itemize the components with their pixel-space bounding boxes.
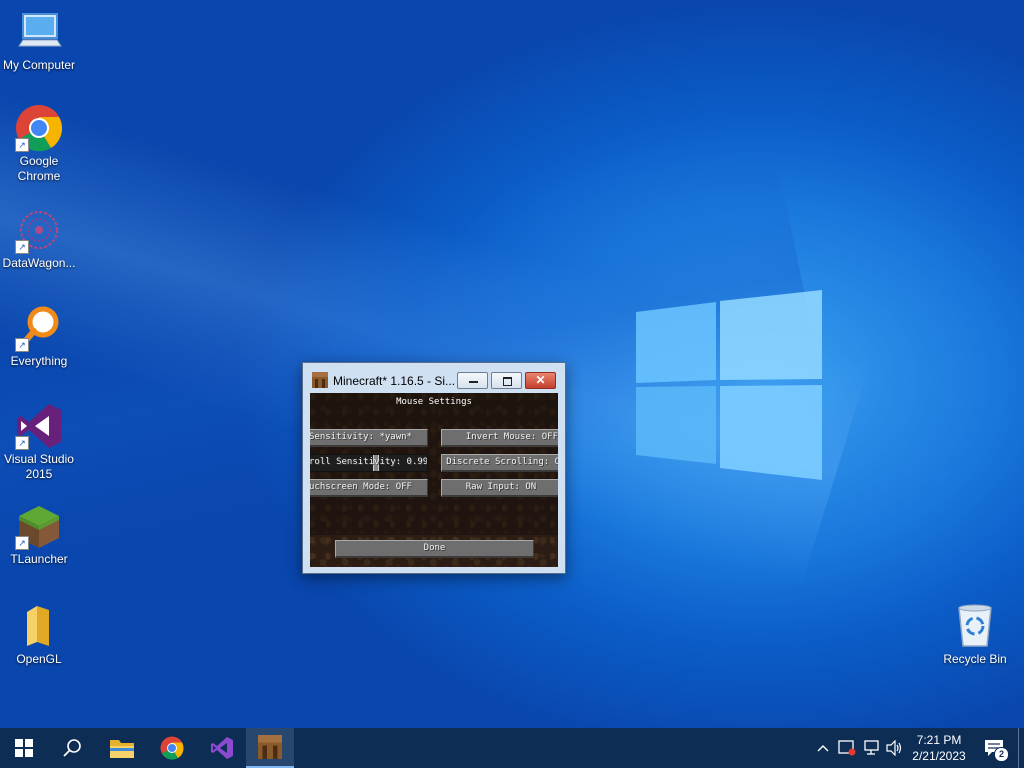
tray-security[interactable] [836, 728, 858, 768]
minimize-icon [469, 381, 478, 383]
maximize-icon [503, 377, 512, 386]
sensitivity-label: Sensitivity: *yawn* [310, 432, 412, 442]
file-explorer-icon [110, 740, 134, 758]
desktop: My Computer ↗ Google Chrome ↗ DataWagon.… [0, 0, 1024, 728]
taskbar: 7:21 PM 2/21/2023 2 [0, 728, 1024, 768]
done-button[interactable]: Done [335, 540, 534, 558]
desktop-icon-google-chrome[interactable]: ↗ Google Chrome [0, 104, 78, 184]
minecraft-window[interactable]: Minecraft* 1.16.5 - Si... ✕ Mouse Settin… [302, 362, 566, 574]
tray-network[interactable] [860, 728, 882, 768]
window-title: Minecraft* 1.16.5 - Si... [333, 374, 456, 388]
touchscreen-mode-button[interactable]: uchscreen Mode: OFF [310, 479, 428, 497]
tray-volume[interactable] [884, 728, 906, 768]
clock-date: 2/21/2023 [912, 749, 966, 763]
desktop-icon-opengl[interactable]: OpenGL [0, 602, 78, 667]
raw-input-label: Raw Input: ON [465, 482, 537, 492]
taskbar-file-explorer[interactable] [98, 728, 146, 768]
shortcut-arrow-icon: ↗ [15, 436, 29, 450]
desktop-icon-label: Google Chrome [17, 154, 61, 183]
show-desktop-button[interactable] [1018, 728, 1024, 768]
search-button[interactable] [48, 728, 96, 768]
discrete-scrolling-label: Discrete Scrolling: O [446, 457, 558, 467]
screen-heading: Mouse Settings [396, 397, 472, 407]
search-icon [63, 739, 81, 757]
windows-start-icon [15, 739, 33, 757]
windows-logo-wallpaper [636, 290, 822, 480]
clock[interactable]: 7:21 PM 2/21/2023 [906, 728, 972, 768]
maximize-button[interactable] [491, 372, 522, 389]
invert-mouse-button[interactable]: Invert Mouse: OFF [441, 429, 558, 447]
recycle-bin-icon [958, 604, 992, 647]
crafting-table-icon [312, 372, 328, 388]
notification-badge: 2 [994, 747, 1009, 762]
desktop-icon-visual-studio[interactable]: ↗ Visual Studio 2015 [0, 402, 78, 482]
invert-mouse-label: Invert Mouse: OFF [465, 432, 558, 442]
start-button[interactable] [0, 728, 48, 768]
computer-icon [18, 13, 62, 47]
desktop-icon-label: TLauncher [10, 552, 68, 566]
show-hidden-icons[interactable] [812, 728, 834, 768]
action-center-button[interactable]: 2 [978, 728, 1010, 768]
desktop-icon-label: OpenGL [16, 652, 62, 666]
discrete-scrolling-button[interactable]: Discrete Scrolling: O [441, 454, 558, 472]
chrome-icon [160, 736, 184, 760]
chevron-up-icon [817, 745, 829, 752]
sensitivity-slider[interactable]: Sensitivity: *yawn* [310, 429, 428, 447]
security-warning-icon [838, 740, 856, 756]
close-icon: ✕ [535, 373, 546, 387]
folder-icon [27, 606, 49, 646]
raw-input-button[interactable]: Raw Input: ON [441, 479, 558, 497]
desktop-icon-everything[interactable]: ↗ Everything [0, 304, 78, 369]
taskbar-minecraft[interactable] [246, 728, 294, 768]
done-label: Done [423, 543, 446, 553]
shortcut-arrow-icon: ↗ [15, 536, 29, 550]
desktop-icon-label: Everything [10, 354, 68, 368]
close-button[interactable]: ✕ [525, 372, 556, 389]
touchscreen-mode-label: uchscreen Mode: OFF [310, 482, 412, 492]
desktop-icon-tlauncher[interactable]: ↗ TLauncher [0, 502, 78, 567]
desktop-icon-label: My Computer [2, 58, 76, 72]
scroll-sensitivity-slider[interactable]: roll Sensitivity: 0.99 [310, 454, 428, 472]
desktop-icon-recycle-bin[interactable]: Recycle Bin [936, 602, 1014, 667]
volume-icon [886, 740, 902, 756]
shortcut-arrow-icon: ↗ [15, 338, 29, 352]
desktop-icon-datawagon[interactable]: ↗ DataWagon... [0, 206, 78, 271]
scroll-sensitivity-label: roll Sensitivity: 0.99 [310, 457, 428, 467]
network-icon [864, 740, 879, 755]
desktop-icon-my-computer[interactable]: My Computer [0, 8, 78, 73]
minimize-button[interactable] [457, 372, 488, 389]
desktop-icon-label: Recycle Bin [943, 652, 1007, 666]
taskbar-visual-studio[interactable] [198, 728, 246, 768]
shortcut-arrow-icon: ↗ [15, 138, 29, 152]
desktop-icon-label: Visual Studio 2015 [4, 452, 74, 481]
taskbar-chrome[interactable] [148, 728, 196, 768]
minecraft-icon [258, 735, 282, 759]
shortcut-arrow-icon: ↗ [15, 240, 29, 254]
visual-studio-icon [211, 737, 233, 759]
clock-time: 7:21 PM [916, 733, 962, 747]
game-viewport[interactable]: Mouse Settings Sensitivity: *yawn* Inver… [310, 393, 558, 567]
window-title-bar[interactable]: Minecraft* 1.16.5 - Si... ✕ [303, 363, 565, 393]
desktop-icon-label: DataWagon... [2, 256, 76, 270]
